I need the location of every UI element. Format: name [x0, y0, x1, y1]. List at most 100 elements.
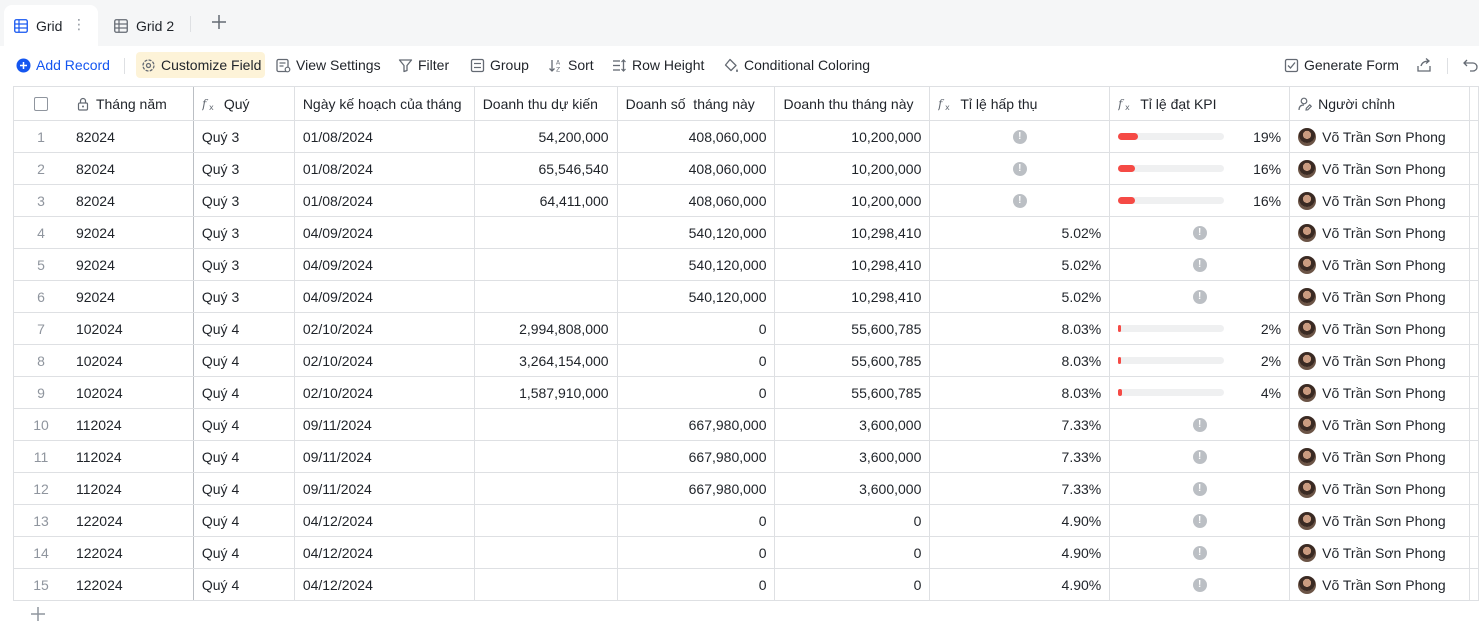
cell-doanh-so[interactable]: 667,980,000 [618, 473, 776, 504]
cell-doanh-so[interactable]: 408,060,000 [618, 185, 776, 216]
cell-ti-le-hap-thu[interactable]: 5.02% [930, 249, 1111, 280]
undo-button[interactable] [1462, 52, 1479, 78]
cell-doanh-so[interactable]: 408,060,000 [618, 153, 776, 184]
cell-doanh-thu[interactable]: 10,298,410 [775, 249, 931, 280]
cell-ngay-ke-hoach[interactable]: 04/12/2024 [295, 569, 475, 600]
table-row[interactable]: 1 82024 Quý 3 01/08/2024 54,200,000 408,060,0… [14, 121, 1479, 153]
cell-ti-le-dat-kpi[interactable]: ! [1110, 569, 1291, 600]
add-view-plus-icon[interactable] [210, 13, 228, 31]
cell-thang-nam[interactable]: 102024 [68, 377, 194, 408]
table-row[interactable]: 7 102024 Quý 4 02/10/2024 2,994,808,000 0 55,6… [14, 313, 1479, 345]
cell-quy[interactable]: Quý 3 [194, 281, 295, 312]
cell-doanh-thu[interactable]: 0 [775, 505, 931, 536]
view-settings-button[interactable]: View Settings [276, 52, 381, 78]
table-row[interactable]: 6 92024 Quý 3 04/09/2024 540,120,000 10,298,4… [14, 281, 1479, 313]
add-row-plus-icon[interactable] [30, 606, 46, 622]
table-row[interactable]: 15 122024 Quý 4 04/12/2024 0 0 4.90%! Võ Trần S… [14, 569, 1479, 601]
cell-ngay-ke-hoach[interactable]: 02/10/2024 [295, 313, 475, 344]
table-row[interactable]: 11 112024 Quý 4 09/11/2024 667,980,000 3,600,… [14, 441, 1479, 473]
cell-ti-le-hap-thu[interactable]: 7.33% [930, 473, 1111, 504]
select-all-cell[interactable] [14, 87, 68, 120]
cell-ti-le-dat-kpi[interactable]: 2% [1110, 313, 1291, 344]
cell-doanh-thu[interactable]: 0 [775, 569, 931, 600]
cell-ti-le-dat-kpi[interactable]: ! [1110, 249, 1291, 280]
cell-quy[interactable]: Quý 3 [194, 249, 295, 280]
cell-doanh-so[interactable]: 0 [618, 345, 776, 376]
cell-doanh-thu-du-kien[interactable]: 64,411,000 [475, 185, 618, 216]
cell-doanh-thu[interactable]: 10,200,000 [775, 121, 931, 152]
column-header-quy[interactable]: f x Quý [194, 87, 295, 120]
cell-nguoi-chinh[interactable]: Võ Trần Sơn Phong [1290, 441, 1470, 472]
cell-ngay-ke-hoach[interactable]: 02/10/2024 [295, 345, 475, 376]
table-row[interactable]: 13 122024 Quý 4 04/12/2024 0 0 4.90%! Võ Trần S… [14, 505, 1479, 537]
cell-nguoi-chinh[interactable]: Võ Trần Sơn Phong [1290, 569, 1470, 600]
cell-ngay-ke-hoach[interactable]: 09/11/2024 [295, 441, 475, 472]
table-row[interactable]: 12 112024 Quý 4 09/11/2024 667,980,000 3,600,… [14, 473, 1479, 505]
share-button[interactable] [1416, 52, 1437, 78]
cell-ti-le-hap-thu[interactable]: 4.90% [930, 505, 1111, 536]
cell-ti-le-dat-kpi[interactable]: ! [1110, 473, 1291, 504]
cell-doanh-thu-du-kien[interactable] [475, 505, 618, 536]
cell-doanh-so[interactable]: 0 [618, 537, 776, 568]
cell-thang-nam[interactable]: 82024 [68, 121, 194, 152]
cell-doanh-thu[interactable]: 3,600,000 [775, 441, 931, 472]
cell-quy[interactable]: Quý 4 [194, 441, 295, 472]
cell-doanh-thu-du-kien[interactable] [475, 569, 618, 600]
tab-grid-2[interactable]: Grid 2 [114, 5, 174, 46]
cell-ti-le-dat-kpi[interactable]: ! [1110, 409, 1291, 440]
cell-doanh-thu-du-kien[interactable]: 65,546,540 [475, 153, 618, 184]
cell-ti-le-dat-kpi[interactable]: ! [1110, 281, 1291, 312]
cell-ti-le-dat-kpi[interactable]: 16% [1110, 185, 1291, 216]
cell-thang-nam[interactable]: 92024 [68, 249, 194, 280]
cell-ti-le-hap-thu[interactable]: 5.02% [930, 281, 1111, 312]
cell-thang-nam[interactable]: 92024 [68, 217, 194, 248]
cell-doanh-thu[interactable]: 10,200,000 [775, 185, 931, 216]
cell-nguoi-chinh[interactable]: Võ Trần Sơn Phong [1290, 537, 1470, 568]
cell-thang-nam[interactable]: 122024 [68, 569, 194, 600]
cell-doanh-thu[interactable]: 0 [775, 537, 931, 568]
cell-ngay-ke-hoach[interactable]: 02/10/2024 [295, 377, 475, 408]
column-header-ti-le-hap-thu[interactable]: f x Tỉ lệ hấp thụ [930, 87, 1111, 120]
cell-quy[interactable]: Quý 4 [194, 345, 295, 376]
cell-ti-le-dat-kpi[interactable]: ! [1110, 505, 1291, 536]
tab-grid[interactable]: Grid ⋮ [4, 5, 98, 46]
customize-field-button[interactable]: Customize Field [136, 52, 266, 78]
cell-nguoi-chinh[interactable]: Võ Trần Sơn Phong [1290, 153, 1470, 184]
cell-doanh-so[interactable]: 0 [618, 313, 776, 344]
cell-doanh-thu-du-kien[interactable] [475, 409, 618, 440]
cell-doanh-thu-du-kien[interactable]: 54,200,000 [475, 121, 618, 152]
cell-doanh-thu-du-kien[interactable] [475, 473, 618, 504]
cell-nguoi-chinh[interactable]: Võ Trần Sơn Phong [1290, 249, 1470, 280]
cell-quy[interactable]: Quý 4 [194, 377, 295, 408]
cell-thang-nam[interactable]: 122024 [68, 537, 194, 568]
cell-ngay-ke-hoach[interactable]: 09/11/2024 [295, 473, 475, 504]
column-header-doanh-thu-du-kien[interactable]: Doanh thu dự kiến [475, 87, 618, 120]
sort-button[interactable]: A Z Sort [548, 52, 594, 78]
cell-nguoi-chinh[interactable]: Võ Trần Sơn Phong [1290, 473, 1470, 504]
cell-ti-le-hap-thu[interactable]: 7.33% [930, 441, 1111, 472]
cell-ti-le-dat-kpi[interactable]: ! [1110, 441, 1291, 472]
cell-ngay-ke-hoach[interactable]: 01/08/2024 [295, 185, 475, 216]
table-row[interactable]: 5 92024 Quý 3 04/09/2024 540,120,000 10,298,4… [14, 249, 1479, 281]
cell-nguoi-chinh[interactable]: Võ Trần Sơn Phong [1290, 505, 1470, 536]
cell-thang-nam[interactable]: 82024 [68, 185, 194, 216]
cell-quy[interactable]: Quý 4 [194, 569, 295, 600]
cell-nguoi-chinh[interactable]: Võ Trần Sơn Phong [1290, 185, 1470, 216]
table-row[interactable]: 2 82024 Quý 3 01/08/2024 65,546,540 408,060,0… [14, 153, 1479, 185]
cell-thang-nam[interactable]: 102024 [68, 345, 194, 376]
cell-ngay-ke-hoach[interactable]: 01/08/2024 [295, 121, 475, 152]
cell-ngay-ke-hoach[interactable]: 04/09/2024 [295, 249, 475, 280]
cell-ti-le-hap-thu[interactable]: ! [930, 153, 1111, 184]
cell-nguoi-chinh[interactable]: Võ Trần Sơn Phong [1290, 281, 1470, 312]
group-button[interactable]: Group [470, 52, 529, 78]
cell-quy[interactable]: Quý 4 [194, 409, 295, 440]
cell-ti-le-dat-kpi[interactable]: 4% [1110, 377, 1291, 408]
row-height-button[interactable]: Row Height [612, 52, 704, 78]
table-row[interactable]: 14 122024 Quý 4 04/12/2024 0 0 4.90%! Võ Trần S… [14, 537, 1479, 569]
cell-nguoi-chinh[interactable]: Võ Trần Sơn Phong [1290, 377, 1470, 408]
cell-doanh-thu-du-kien[interactable] [475, 441, 618, 472]
cell-ngay-ke-hoach[interactable]: 09/11/2024 [295, 409, 475, 440]
cell-ti-le-dat-kpi[interactable]: ! [1110, 217, 1291, 248]
cell-ti-le-hap-thu[interactable]: 5.02% [930, 217, 1111, 248]
table-row[interactable]: 8 102024 Quý 4 02/10/2024 3,264,154,000 0 55,6… [14, 345, 1479, 377]
